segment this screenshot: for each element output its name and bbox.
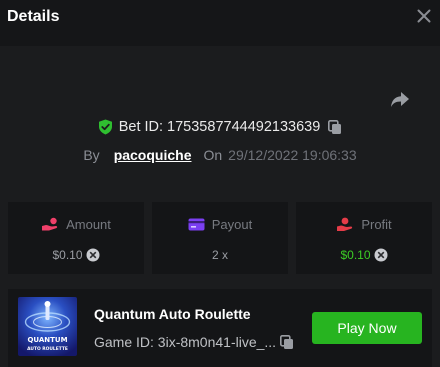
close-icon[interactable] [417,9,431,23]
amount-label: Amount [66,217,111,233]
copy-icon[interactable] [280,334,294,350]
game-card: QUANTUM AUTO ROULETTE Quantum Auto Roule… [8,289,432,367]
share-icon[interactable] [389,88,411,110]
coins-hand-icon [42,217,58,231]
bet-date: 29/12/2022 19:06:33 [228,147,357,163]
bet-id-row: Bet ID: 1753587744492133639 [0,119,440,135]
game-id: Game ID: 3ix-8m0n41-live_... [94,334,277,351]
payout-value: 2 x [211,247,228,262]
card-icon [188,218,205,231]
profit-card: Profit $0.10 [296,202,432,274]
dialog-header: Details [0,0,440,46]
amount-card: Amount $0.10 [8,202,144,274]
game-thumbnail[interactable]: QUANTUM AUTO ROULETTE [18,297,77,356]
username-link[interactable]: pacoquiche [114,147,192,163]
game-name[interactable]: Quantum Auto Roulette [94,306,251,322]
thumb-subtitle: AUTO ROULETTE [27,346,68,352]
on-label: On [203,147,223,163]
dialog-title: Details [7,8,60,25]
copy-icon[interactable] [328,119,342,135]
payout-card: Payout 2 x [152,202,288,274]
profit-hand-icon [337,217,353,231]
amount-value: $0.10 [52,247,83,262]
payout-label: Payout [211,217,253,233]
thumb-title: QUANTUM [27,336,67,344]
profit-value: $0.10 [340,247,371,262]
coin-icon [374,248,388,262]
coin-icon [86,248,100,262]
by-label: By [83,147,100,163]
shield-check-icon [98,119,112,135]
profit-label: Profit [361,217,392,233]
bet-id: Bet ID: 1753587744492133639 [118,119,321,136]
bet-author-row: By pacoquiche On 29/12/2022 19:06:33 [0,147,440,163]
game-id-row: Game ID: 3ix-8m0n41-live_... [94,333,294,350]
play-now-button[interactable]: Play Now [312,312,422,344]
